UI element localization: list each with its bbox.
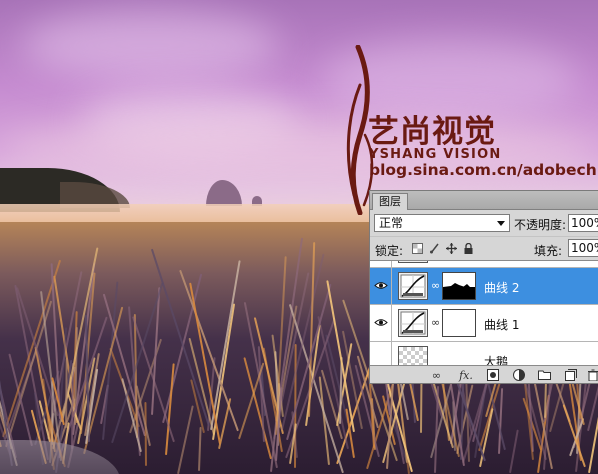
visibility-toggle[interactable] xyxy=(370,342,392,366)
blend-mode-select[interactable]: 正常 xyxy=(374,214,510,232)
panel-footer: ∞ fx. xyxy=(370,365,598,383)
mask-link-icon[interactable]: ∞ xyxy=(431,279,440,292)
panel-tabbar: 图层 xyxy=(370,191,598,210)
lock-move-icon[interactable] xyxy=(446,243,457,254)
layer-mask-thumbnail[interactable] xyxy=(442,272,476,300)
new-layer-icon[interactable] xyxy=(564,369,577,382)
mask-link-icon[interactable]: ∞ xyxy=(431,316,440,329)
layer-name: 曲线 2 xyxy=(484,281,520,295)
fx-icon[interactable]: fx. xyxy=(456,369,476,382)
lock-row: 锁定: 填充: 100% xyxy=(370,236,598,261)
layer-row-base[interactable]: 大鹅 xyxy=(370,342,598,366)
watermark-url: blog.sina.com.cn/adobech xyxy=(369,161,597,179)
layer-name: 曲线 1 xyxy=(484,318,520,332)
lock-label: 锁定: xyxy=(375,244,404,258)
opacity-label: 不透明度: xyxy=(514,218,567,232)
blend-row: 正常 不透明度: 100% xyxy=(370,210,598,236)
layer-thumbnail xyxy=(398,346,428,366)
curves-adjustment-icon xyxy=(398,309,428,337)
chevron-down-icon xyxy=(497,221,505,226)
fill-field[interactable]: 100% xyxy=(568,239,598,257)
blend-mode-value: 正常 xyxy=(379,216,404,230)
haystack-rock xyxy=(206,180,242,206)
eye-icon xyxy=(374,282,388,289)
folder-icon[interactable] xyxy=(538,369,551,382)
watermark-brand-cn: 艺尚视觉 xyxy=(368,114,496,150)
adjustment-icon[interactable] xyxy=(512,369,525,382)
layer-row-curves-1[interactable]: ∞ 曲线 1 xyxy=(370,305,598,342)
eye-icon xyxy=(374,319,388,326)
link-icon[interactable]: ∞ xyxy=(430,369,443,382)
curves-adjustment-icon xyxy=(398,272,428,300)
layer-mask-thumbnail[interactable] xyxy=(442,309,476,337)
visibility-toggle[interactable] xyxy=(370,268,392,304)
watermark-brand-en: YSHANG VISION xyxy=(369,147,502,162)
tab-layers[interactable]: 图层 xyxy=(372,193,408,210)
layer-thumbnail xyxy=(398,261,428,263)
visibility-toggle[interactable] xyxy=(370,305,392,341)
fill-label: 填充: xyxy=(534,244,563,258)
trash-icon[interactable] xyxy=(586,369,598,382)
lock-transparent-icon[interactable] xyxy=(412,243,423,254)
layer-row-curves-2[interactable]: ∞ 曲线 2 xyxy=(370,268,598,305)
lock-paint-icon[interactable] xyxy=(429,243,440,254)
layers-list: ∞ 曲线 2 ∞ 曲线 1 大鹅 xyxy=(370,260,598,366)
opacity-field[interactable]: 100% xyxy=(568,214,598,232)
add-mask-icon[interactable] xyxy=(486,369,499,382)
lock-all-icon[interactable] xyxy=(463,242,474,254)
sky-cloud xyxy=(20,10,280,80)
layers-panel: 图层 正常 不透明度: 100% 锁定: 填充: 100% xyxy=(369,190,598,384)
layer-row[interactable] xyxy=(370,261,598,268)
visibility-toggle[interactable] xyxy=(370,261,392,267)
